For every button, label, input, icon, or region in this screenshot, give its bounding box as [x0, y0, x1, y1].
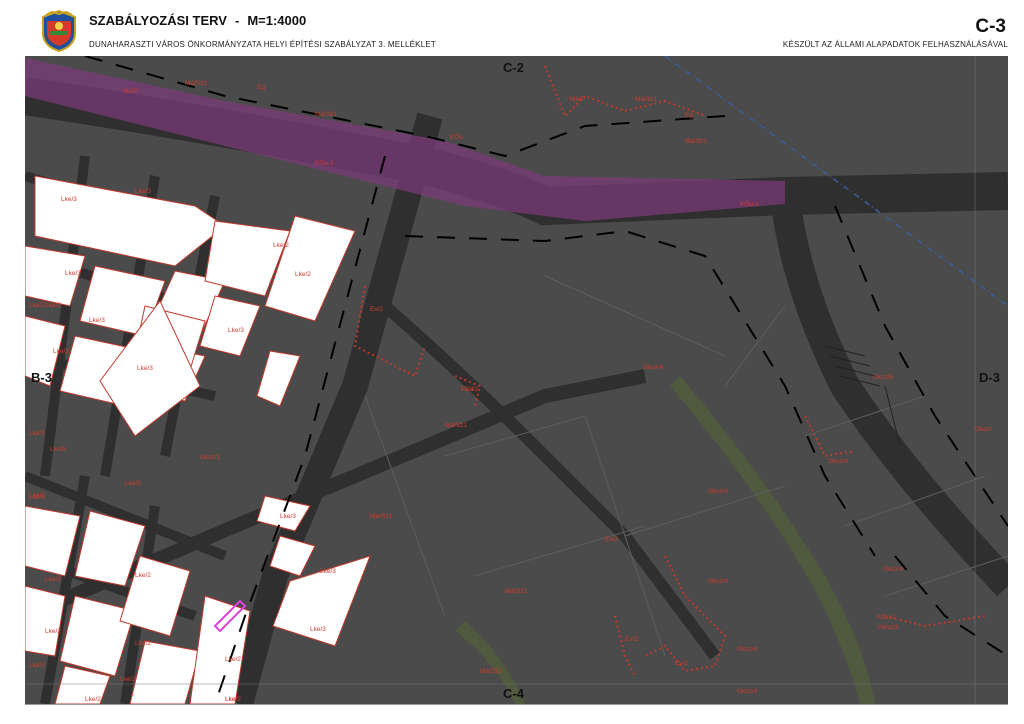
zone-label: Lke/3 [280, 513, 296, 520]
zone-label: Má/Sz1 [185, 80, 208, 87]
title-separator: - [234, 13, 240, 28]
zone-label: Lke/2 [29, 492, 45, 499]
zone-label: Ev/2 [625, 636, 639, 643]
zone-label: Má/Sz1 [445, 422, 468, 429]
zone-label: Lke/3 [61, 196, 77, 203]
footer-rule [25, 704, 1008, 705]
east-road [770, 194, 1008, 597]
zone-label: Lke/3 [228, 327, 244, 334]
zone-label: Ev/1 [461, 386, 475, 393]
zone-label: KÖu [450, 134, 464, 141]
zone-label: KÖu-1 [740, 201, 759, 208]
zone-label: Lke/2 [225, 696, 241, 703]
zone-label: Gksz/4 [708, 488, 729, 495]
zone-label: Ev/2 [675, 660, 689, 667]
zone-label: Lke/3 [135, 188, 151, 195]
zone-label: Lke/3 [89, 317, 105, 324]
zone-label: Gksz/ [975, 426, 992, 433]
zone-label: Lke/5 [50, 446, 66, 453]
inner-road [381, 301, 720, 660]
zone-label: Gksz/3 [878, 624, 899, 631]
zone-label: KÖu-1 [315, 160, 334, 167]
zone-label: Lke/3 [137, 365, 153, 372]
neighbor-sheet-east[interactable]: D-3 [979, 370, 1000, 385]
zone-label: Lke/2 [45, 576, 61, 583]
neighbor-sheet-west[interactable]: B-3 [31, 370, 52, 385]
zone-label: Eg [685, 112, 693, 119]
neighbor-sheet-south[interactable]: C-4 [503, 686, 524, 701]
zone-label: Lke/2 [135, 572, 151, 579]
zone-label: Má/P [123, 88, 139, 95]
zone-label: Gksz/4 [643, 364, 664, 371]
zone-label: Lke/2 [45, 628, 61, 635]
neighbor-sheet-north[interactable]: C-2 [503, 60, 524, 75]
zone-label: Lke/2 [225, 656, 241, 663]
zone-label: Lke/3 [320, 568, 336, 575]
zone-label: Gksz/4 [883, 566, 904, 573]
zone-label: Lke/3 [310, 626, 326, 633]
zone-label: Lke/2 [135, 640, 151, 647]
zone-label: Gksz/5 [873, 374, 894, 381]
plan-subtitle: DUNAHARASZTI VÁROS ÖNKORMÁNYZATA HELYI É… [89, 40, 436, 49]
zone-label: Eg [257, 84, 265, 91]
zone-label: Má/Sz1 [635, 96, 658, 103]
zone-label: Lke/2 [273, 242, 289, 249]
plan-title-text: SZABÁLYOZÁSI TERV [89, 13, 227, 28]
zone-label: Gksz/4 [708, 578, 729, 585]
scale-text: M=1:4000 [247, 13, 307, 28]
zone-label: Ev/2 [605, 536, 619, 543]
zone-label: Má/Sz1 [370, 513, 393, 520]
zone-label: Lke/3 [53, 348, 69, 355]
zone-label: Gksz/4 [737, 688, 758, 695]
zone-label: Lke/3 [65, 270, 81, 277]
zone-label: Lke/2 [295, 271, 311, 278]
zone-label: Gksz/4 [737, 646, 758, 653]
map-area[interactable]: C-2 C-4 B-3 D-3 Má/P Má/Sz1 Eg Má/Sz1 Má/P Má… [25, 56, 1008, 704]
zone-label: KÖu-1 [877, 614, 896, 621]
zone-label: Lke/2 [29, 430, 45, 437]
zone-label: Gksz/4 [828, 458, 849, 465]
zone-label: Má/Sz1 [480, 668, 503, 675]
zone-label: Lke/2 [29, 302, 45, 309]
city-coat-of-arms-icon [42, 9, 76, 53]
zone-label: Lke/5 [125, 480, 141, 487]
zone-label: Lke/2 [85, 696, 101, 703]
zone-label: Má/P [570, 96, 586, 103]
sheet-id: C-3 [975, 16, 1006, 37]
zone-label: Gksz/1 [200, 454, 221, 461]
map-drawing [25, 56, 1008, 704]
zone-label: Lke/2 [120, 676, 136, 683]
map-header: SZABÁLYOZÁSI TERV - M=1:4000 DUNAHARASZTI … [0, 0, 1024, 56]
zone-label: Má/Sz1 [685, 138, 708, 145]
zone-label: Ev/2 [370, 306, 384, 313]
green-strip [670, 376, 875, 704]
zone-label: Má/Sz1 [315, 111, 338, 118]
zone-label: Má/Sz1 [505, 588, 528, 595]
source-note: KÉSZÜLT AZ ÁLLAMI ALAPADATOK FELHASZNÁLÁ… [782, 40, 1008, 49]
plan-title: SZABÁLYOZÁSI TERV - M=1:4000 [89, 13, 306, 28]
zone-label: Lke/2 [45, 302, 61, 309]
zone-label: Lke/2 [29, 662, 45, 669]
